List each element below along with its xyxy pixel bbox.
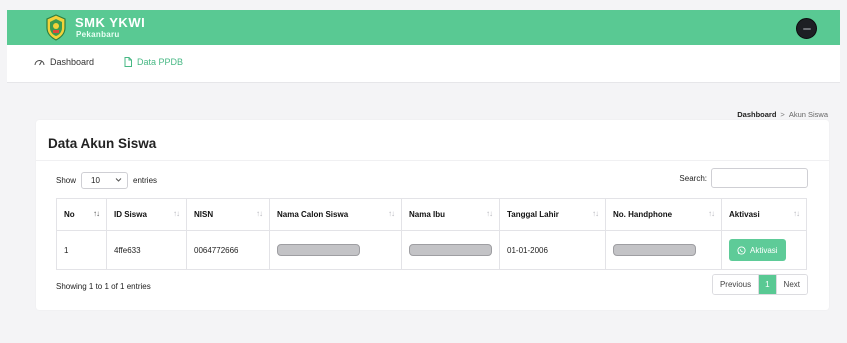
brand-title: SMK YKWI	[75, 15, 146, 30]
breadcrumb-home[interactable]: Dashboard	[737, 110, 776, 119]
redacted-value	[613, 244, 696, 256]
sort-icon: ↑↓	[173, 209, 180, 218]
school-logo-icon	[46, 14, 66, 41]
top-bar: SMK YKWI Pekanbaru	[7, 10, 840, 45]
column-header-nama-ibu[interactable]: Nama Ibu ↑↓	[401, 198, 500, 231]
redacted-value	[277, 244, 360, 256]
avatar-dots-icon	[803, 28, 811, 30]
nav-item-data-ppdb-label: Data PPDB	[137, 57, 184, 67]
nav-bar: Dashboard Data PPDB	[7, 45, 840, 83]
entries-select-value: 10	[91, 176, 100, 185]
redacted-value	[409, 244, 492, 256]
column-header-tanggal-lahir[interactable]: Tanggal Lahir ↑↓	[499, 198, 606, 231]
search-control: Search:	[679, 168, 808, 188]
page-title: Data Akun Siswa	[48, 136, 157, 151]
column-header-no-handphone[interactable]: No. Handphone ↑↓	[605, 198, 722, 231]
cell-nama-calon-siswa	[269, 230, 402, 270]
aktivasi-button-label: Aktivasi	[750, 245, 778, 255]
sort-icon: ↑↓	[486, 209, 493, 218]
nav-item-data-ppdb[interactable]: Data PPDB	[124, 57, 183, 67]
cell-nama-ibu	[401, 230, 500, 270]
students-table: No ↑↓ ID Siswa ↑↓ NISN ↑↓ Nama Calon Siswa ↑…	[56, 198, 807, 270]
next-button[interactable]: Next	[775, 275, 807, 294]
data-card: Data Akun Siswa Show 10 entries Search: …	[36, 120, 829, 310]
breadcrumb-current: Akun Siswa	[788, 110, 828, 119]
table-row: 1 4ffe633 0064772666 01-01-2006 Aktivasi	[56, 230, 807, 270]
table-header-row: No ↑↓ ID Siswa ↑↓ NISN ↑↓ Nama Calon Siswa ↑…	[56, 198, 807, 231]
document-icon	[124, 57, 132, 67]
page-button-1[interactable]: 1	[759, 275, 776, 294]
column-header-nisn[interactable]: NISN ↑↓	[186, 198, 270, 231]
entries-length-control: Show 10 entries	[56, 172, 157, 189]
whatsapp-icon	[737, 245, 746, 255]
sort-icon: ↑↓	[592, 209, 599, 218]
cell-no-handphone	[605, 230, 722, 270]
sort-icon: ↑↓	[708, 209, 715, 218]
user-avatar[interactable]	[796, 18, 817, 39]
column-header-id-siswa[interactable]: ID Siswa ↑↓	[106, 198, 187, 231]
speedometer-icon	[34, 60, 45, 66]
cell-tanggal-lahir: 01-01-2006	[499, 230, 606, 270]
show-label: Show	[56, 176, 77, 185]
nav-item-dashboard-label: Dashboard	[50, 57, 95, 67]
cell-nisn: 0064772666	[186, 230, 270, 270]
breadcrumb-separator: >	[780, 110, 785, 119]
search-input[interactable]	[711, 168, 808, 188]
table-info: Showing 1 to 1 of 1 entries	[56, 282, 151, 291]
entries-label: entries	[133, 176, 158, 185]
breadcrumb: Dashboard > Akun Siswa	[737, 110, 828, 119]
sort-icon: ↑↓	[388, 209, 395, 218]
search-label: Search:	[679, 173, 707, 183]
column-header-no[interactable]: No ↑↓	[56, 198, 107, 231]
sort-icon: ↑↓	[256, 209, 263, 218]
cell-id-siswa: 4ffe633	[106, 230, 187, 270]
sort-icon: ↑↓	[793, 209, 800, 218]
aktivasi-button[interactable]: Aktivasi	[729, 239, 786, 261]
nav-item-dashboard[interactable]: Dashboard	[34, 57, 94, 67]
cell-no: 1	[56, 230, 107, 270]
column-header-nama-calon-siswa[interactable]: Nama Calon Siswa ↑↓	[269, 198, 402, 231]
column-header-aktivasi[interactable]: Aktivasi ↑↓	[721, 198, 807, 231]
pagination: Previous 1 Next	[711, 274, 808, 295]
chevron-down-icon	[115, 178, 122, 182]
brand-subtitle: Pekanbaru	[76, 30, 120, 39]
entries-select[interactable]: 10	[81, 172, 129, 189]
previous-button[interactable]: Previous	[712, 275, 760, 294]
card-divider	[36, 160, 829, 161]
sort-asc-icon: ↑↓	[93, 209, 100, 218]
cell-aktivasi: Aktivasi	[721, 230, 807, 270]
